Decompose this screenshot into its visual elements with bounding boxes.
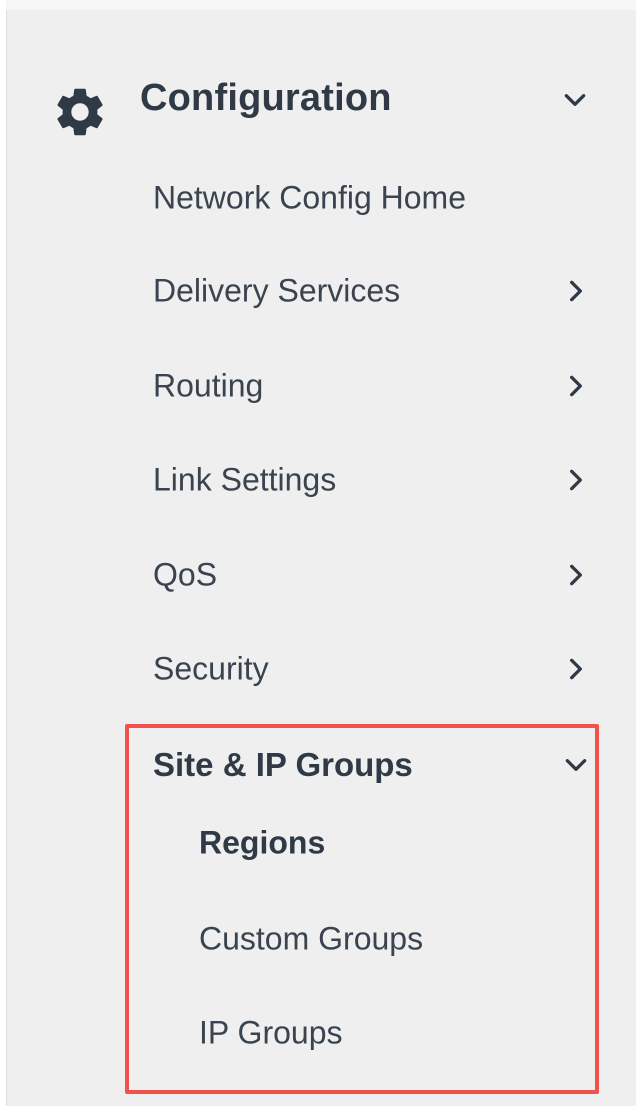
chevron-right-icon[interactable] (563, 562, 589, 588)
chevron-down-icon[interactable] (562, 87, 588, 113)
nav-item-label: Link Settings (153, 461, 337, 498)
configuration-section-header[interactable]: Configuration (7, 65, 636, 155)
gear-icon (57, 88, 103, 136)
nav-item-qos[interactable]: QoS (7, 540, 636, 610)
chevron-down-icon[interactable] (563, 752, 589, 778)
nav-item-routing[interactable]: Routing (7, 351, 636, 421)
chevron-right-icon[interactable] (563, 278, 589, 304)
nav-item-security[interactable]: Security (7, 634, 636, 704)
chevron-right-icon[interactable] (563, 373, 589, 399)
nav-item-network-config-home[interactable]: Network Config Home (7, 163, 636, 233)
nav-item-label: QoS (153, 556, 218, 593)
chevron-right-icon[interactable] (563, 467, 589, 493)
section-title: Configuration (140, 77, 392, 119)
sub-item-regions[interactable]: Regions (7, 808, 636, 878)
nav-item-label: Delivery Services (153, 272, 401, 309)
top-edge (6, 0, 636, 10)
sub-item-custom-groups[interactable]: Custom Groups (7, 904, 636, 974)
nav-item-label: Security (153, 650, 269, 687)
sub-item-label: IP Groups (199, 1014, 343, 1051)
sub-item-ip-groups[interactable]: IP Groups (7, 998, 636, 1068)
nav-item-label: Routing (153, 367, 264, 404)
chevron-right-icon[interactable] (563, 656, 589, 682)
sub-item-label: Custom Groups (199, 920, 424, 957)
nav-item-link-settings[interactable]: Link Settings (7, 445, 636, 515)
sidebar-panel: Configuration Network Config Home Delive… (6, 10, 636, 1106)
sub-item-label: Regions (199, 824, 326, 861)
nav-item-site-ip-groups[interactable]: Site & IP Groups (153, 746, 413, 784)
nav-item-label: Network Config Home (153, 179, 466, 216)
nav-item-delivery-services[interactable]: Delivery Services (7, 256, 636, 326)
